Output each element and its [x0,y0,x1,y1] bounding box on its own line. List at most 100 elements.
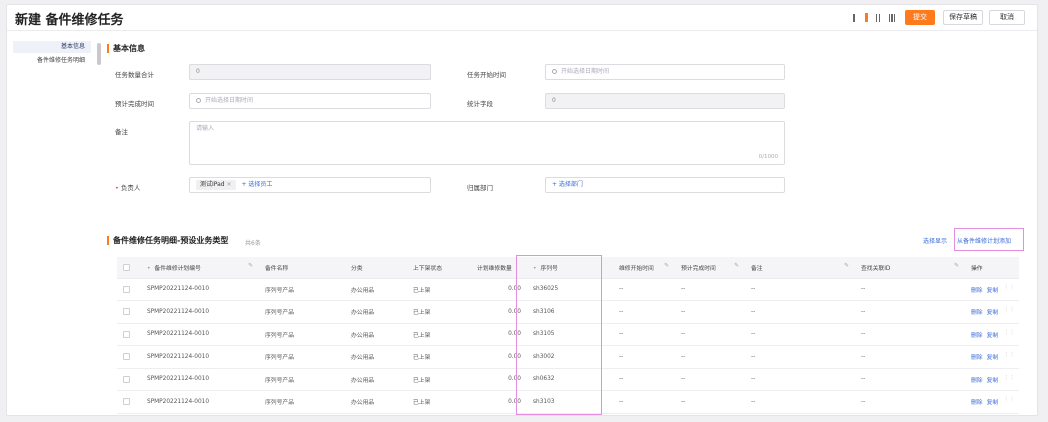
section-nav-scrollbar[interactable] [97,43,101,65]
row-checkbox[interactable] [117,368,141,391]
col-plan-no[interactable]: • 备件维修计划编号 ✎ [141,257,259,279]
drag-handle-icon[interactable]: ⋮⋮ [1003,375,1015,381]
cell-status: 已上架 [407,300,471,324]
cell-serial: sh3106 [527,300,613,324]
table-row[interactable]: SPMP20221124-0010 序列号产品 办公用品 已上架 0.00 sh3106-… [117,300,1019,324]
row-checkbox[interactable] [117,300,141,324]
finish-time-label: 预计完成时间 [115,100,154,108]
table-row[interactable]: SPMP20221124-0010 序列号产品 办公用品 已上架 0.00 sh3105-… [117,323,1019,346]
cell-qty: 0.00 [471,300,527,324]
table-row[interactable]: SPMP20221124-0010 序列号产品 办公用品 已上架 0.00 sh3002-… [117,345,1019,369]
calendar-icon [196,98,201,103]
view-toggle-double-icon[interactable] [873,11,883,24]
col-category[interactable]: 分类 [345,257,407,279]
row-checkbox[interactable] [117,323,141,346]
cell-category: 办公用品 [345,368,407,391]
cell-ops: 删除 复制 ⋮⋮ [965,300,1019,324]
cancel-button[interactable]: 取消 [989,10,1025,25]
cell-qty: 0.00 [471,345,527,369]
col-qty[interactable]: 计划维修数量 [471,257,527,279]
select-display-link[interactable]: 选择显示 [923,236,947,245]
delete-link[interactable]: 删除 [971,378,983,384]
col-serial[interactable]: • 序列号 [527,257,613,279]
delete-link[interactable]: 删除 [971,310,983,316]
cell-remark: -- [745,300,855,324]
owner-field[interactable]: 测试IPad × + 选择员工 [189,177,431,193]
view-toggle-active-icon[interactable] [861,11,871,24]
cell-related-id: -- [855,345,965,369]
cell-ops: 删除 复制 ⋮⋮ [965,368,1019,391]
cell-name: 序列号产品 [259,300,345,324]
add-dept-link[interactable]: + 选择部门 [552,181,583,188]
cell-status: 已上架 [407,345,471,369]
col-name[interactable]: 备件名称 [259,257,345,279]
drag-handle-icon[interactable]: ⋮⋮ [1003,330,1015,336]
cell-repair-start: -- [613,345,675,369]
detail-section-title: 备件维修任务明细-预设业务类型 [107,235,228,246]
col-ops: 操作 [965,257,1019,279]
cell-status: 已上架 [407,278,471,301]
col-status[interactable]: 上下架状态 [407,257,471,279]
row-checkbox[interactable] [117,390,141,414]
edit-icon: ✎ [734,262,739,269]
dept-field[interactable]: + 选择部门 [545,177,785,193]
table-row[interactable]: SPMP20221124-0010 序列号产品 办公用品 已上架 0.00 sh36025… [117,278,1019,301]
cell-repair-start: -- [613,390,675,414]
cell-related-id: -- [855,390,965,414]
row-checkbox[interactable] [117,345,141,369]
cell-repair-start: -- [613,368,675,391]
save-draft-button[interactable]: 保存草稿 [943,10,983,25]
start-time-label: 任务开始时间 [467,71,506,79]
cell-plan-no: SPMP20221124-0010 [141,345,259,369]
copy-link[interactable]: 复制 [987,400,999,406]
delete-link[interactable]: 删除 [971,333,983,339]
col-remark[interactable]: 备注 ✎ [745,257,855,279]
remark-textarea[interactable]: 请输入 0/1000 [189,121,785,165]
cell-plan-no: SPMP20221124-0010 [141,368,259,391]
drag-handle-icon[interactable]: ⋮⋮ [1003,307,1015,313]
col-repair-start[interactable]: 维修开始时间 ✎ [613,257,675,279]
cell-serial: sh3105 [527,323,613,346]
cell-est-finish: -- [675,345,745,369]
delete-link[interactable]: 删除 [971,355,983,361]
copy-link[interactable]: 复制 [987,378,999,384]
drag-handle-icon[interactable]: ⋮⋮ [1003,397,1015,403]
chip-close-icon[interactable]: × [227,181,232,188]
cell-ops: 删除 复制 ⋮⋮ [965,345,1019,369]
detail-table: • 备件维修计划编号 ✎ 备件名称 分类 上下架状态 计划维修数量 • 序列号 维修开… [117,257,1019,414]
view-toggle-grid-icon[interactable] [887,11,897,24]
col-related-id[interactable]: 查找关联ID ✎ [855,257,965,279]
cell-repair-start: -- [613,323,675,346]
view-toggle-single-icon[interactable] [849,11,859,24]
copy-link[interactable]: 复制 [987,288,999,294]
finish-time-field[interactable]: 开始选择日期时间 [189,93,431,109]
section-nav: 基本信息 备件维修任务明细 [9,35,95,413]
drag-handle-icon[interactable]: ⋮⋮ [1003,352,1015,358]
cell-category: 办公用品 [345,323,407,346]
copy-link[interactable]: 复制 [987,333,999,339]
table-row[interactable]: SPMP20221124-0010 序列号产品 办公用品 已上架 0.00 sh0632-… [117,368,1019,391]
cell-name: 序列号产品 [259,345,345,369]
col-est-finish[interactable]: 预计完成时间 ✎ [675,257,745,279]
row-checkbox[interactable] [117,278,141,301]
submit-button[interactable]: 提交 [905,10,935,25]
copy-link[interactable]: 复制 [987,355,999,361]
delete-link[interactable]: 删除 [971,288,983,294]
sidebar-item-basic-info[interactable]: 基本信息 [13,41,91,53]
cell-remark: -- [745,368,855,391]
copy-link[interactable]: 复制 [987,310,999,316]
add-employee-link[interactable]: + 选择员工 [241,181,272,188]
cell-related-id: -- [855,300,965,324]
start-time-field[interactable]: 开始选择日期时间 [545,64,785,80]
select-all-checkbox[interactable] [117,257,141,279]
add-from-plan-highlight [954,228,1024,251]
table-row[interactable]: SPMP20221124-0010 序列号产品 办公用品 已上架 0.00 sh3103-… [117,390,1019,414]
cell-est-finish: -- [675,323,745,346]
page-frame: 新建 备件维修任务 提交 保存草稿 取消 基本信息 备件维修任务明细 基本信息 … [6,4,1038,416]
sidebar-item-task-detail[interactable]: 备件维修任务明细 [13,55,91,67]
drag-handle-icon[interactable]: ⋮⋮ [1003,285,1015,291]
delete-link[interactable]: 删除 [971,400,983,406]
cell-plan-no: SPMP20221124-0010 [141,323,259,346]
cell-related-id: -- [855,323,965,346]
stat-field-label: 统计字段 [467,100,493,108]
